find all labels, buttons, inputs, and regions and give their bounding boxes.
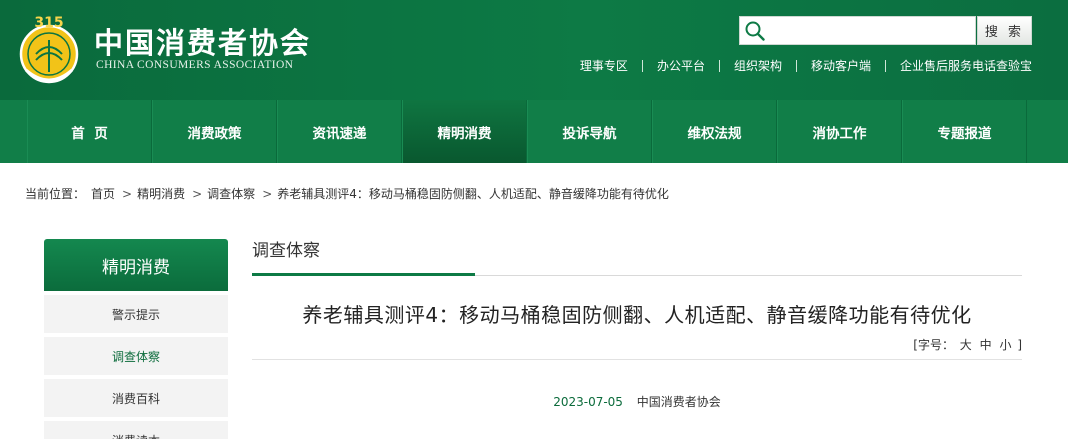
top-links: 理事专区 办公平台 组织架构 移动客户端 企业售后服务电话查验宝 [580, 57, 1032, 74]
divider [795, 59, 797, 72]
font-size-large-button[interactable]: 大 [960, 338, 972, 352]
breadcrumb-separator: > [262, 186, 273, 201]
article-divider [252, 359, 1022, 360]
sidebar-item-warnings[interactable]: 警示提示 [44, 295, 228, 333]
font-size-close: ] [1017, 338, 1022, 352]
nav-item-complaint-guide[interactable]: 投诉导航 [527, 100, 652, 163]
search-input[interactable] [768, 19, 972, 42]
font-size-small-button[interactable]: 小 [999, 338, 1011, 352]
breadcrumb-smart-consumption[interactable]: 精明消费 [137, 185, 185, 202]
sidebar-title: 精明消费 [44, 239, 228, 291]
nav-item-news[interactable]: 资讯速递 [277, 100, 402, 163]
breadcrumb-home[interactable]: 首页 [91, 185, 115, 202]
search-icon [745, 21, 765, 41]
site-title[interactable]: 中国消费者协会 [94, 20, 311, 62]
divider [884, 59, 886, 72]
sidebar-item-reader[interactable]: 消费读本 [44, 421, 228, 439]
breadcrumb-separator: > [192, 186, 203, 201]
nav-item-special-reports[interactable]: 专题报道 [902, 100, 1027, 163]
breadcrumb-prefix: 当前位置： [25, 187, 86, 201]
article-title: 养老辅具测评4：移动马桶稳固防侧翻、人机适配、静音缓降功能有待优化 [302, 303, 972, 327]
top-link-mobile[interactable]: 移动客户端 [811, 57, 871, 74]
breadcrumb-separator: > [122, 186, 133, 201]
search-box [739, 16, 976, 45]
sidebar-item-encyclopedia[interactable]: 消费百科 [44, 379, 228, 417]
sidebar: 精明消费 警示提示 调查体察 消费百科 消费读本 [44, 239, 228, 439]
breadcrumb: 当前位置： 首页 > 精明消费 > 调查体察 > 养老辅具测评4：移动马桶稳固防… [25, 185, 669, 202]
divider [641, 59, 643, 72]
article-date: 2023-07-05 [553, 395, 623, 409]
search-button[interactable]: 搜 索 [977, 16, 1032, 45]
breadcrumb-current: 养老辅具测评4：移动马桶稳固防侧翻、人机适配、静音缓降功能有待优化 [277, 187, 669, 201]
article-source: 中国消费者协会 [636, 395, 721, 409]
top-link-service-lookup[interactable]: 企业售后服务电话查验宝 [900, 57, 1032, 74]
top-link-council[interactable]: 理事专区 [580, 57, 628, 74]
nav-item-policy[interactable]: 消费政策 [152, 100, 277, 163]
divider [718, 59, 720, 72]
nav-item-association-work[interactable]: 消协工作 [777, 100, 902, 163]
sidebar-item-survey[interactable]: 调查体察 [44, 337, 228, 375]
svg-text:315: 315 [34, 15, 63, 31]
font-size-label: [字号： [913, 338, 954, 352]
nav-item-home[interactable]: 首 页 [27, 100, 152, 163]
main-nav: 首 页 消费政策 资讯速递 精明消费 投诉导航 维权法规 消协工作 专题报道 [0, 100, 1068, 163]
top-link-organization[interactable]: 组织架构 [734, 57, 782, 74]
nav-item-smart-consumption[interactable]: 精明消费 [402, 100, 527, 163]
site-subtitle: CHINA CONSUMERS ASSOCIATION [96, 59, 294, 71]
font-size-medium-button[interactable]: 中 [980, 338, 992, 352]
breadcrumb-survey[interactable]: 调查体察 [207, 185, 255, 202]
section-divider [252, 272, 1022, 276]
cca-emblem-icon[interactable]: 315 [16, 10, 82, 88]
site-header: 315 中国消费者协会 CHINA CONSUMERS ASSOCIATION … [0, 0, 1068, 100]
font-size-controls: [字号： 大 中 小 ] [252, 336, 1022, 353]
nav-item-rights-law[interactable]: 维权法规 [652, 100, 777, 163]
article-meta: 2023-07-05 中国消费者协会 [252, 393, 1022, 410]
section-title: 调查体察 [252, 241, 320, 261]
main-content: 调查体察 养老辅具测评4：移动马桶稳固防侧翻、人机适配、静音缓降功能有待优化 [… [252, 236, 1022, 410]
top-link-office[interactable]: 办公平台 [657, 57, 705, 74]
